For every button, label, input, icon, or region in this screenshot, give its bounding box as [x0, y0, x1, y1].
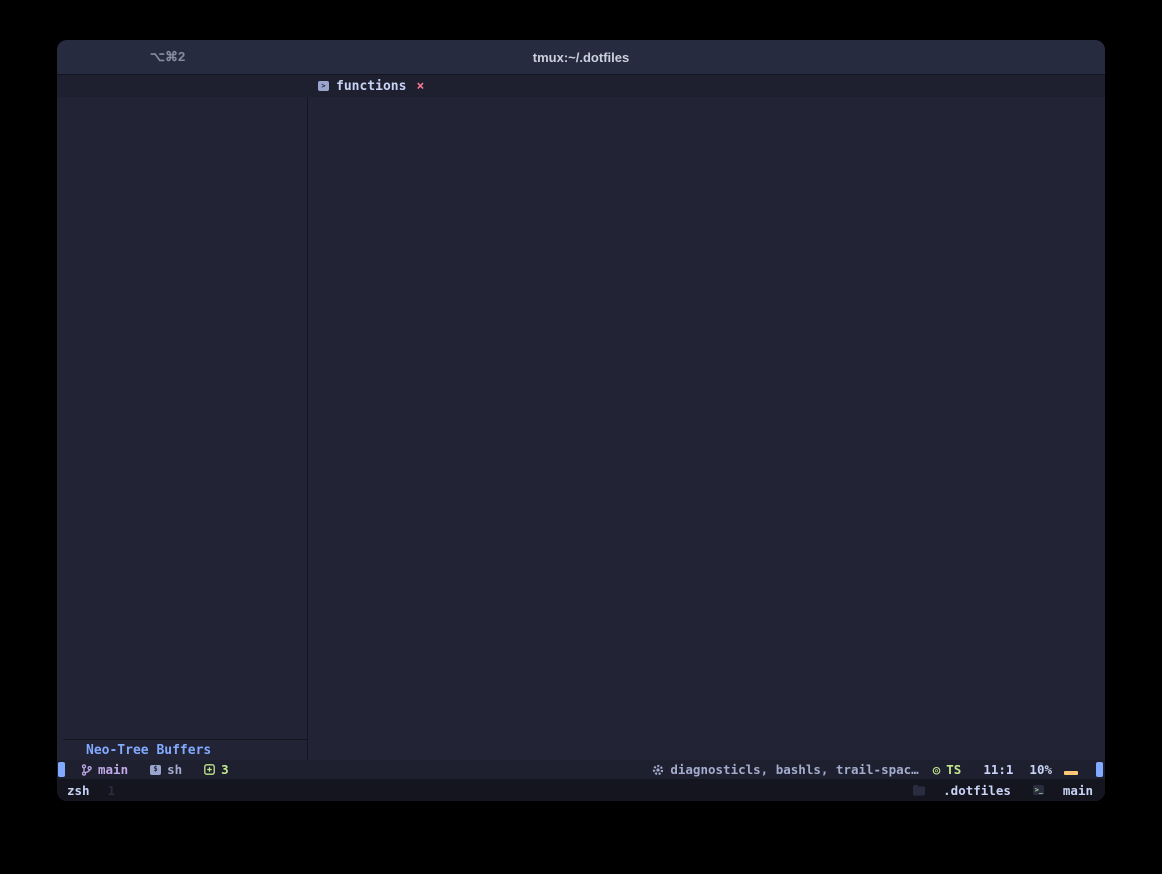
git-added-segment: 3	[204, 762, 229, 777]
tmux-statusbar: zsh 1 .dotfiles >_ main	[57, 779, 1105, 801]
titlebar: ⌥⌘2 tmux:~/.dotfiles	[57, 40, 1105, 75]
treesitter-icon: ◎	[933, 762, 941, 777]
branch-name: main	[98, 762, 128, 777]
lsp-gear-icon	[652, 764, 664, 776]
lsp-segment: diagnosticls, bashls, trail-spac…	[652, 762, 918, 777]
tmux-shell-label: zsh	[67, 783, 90, 798]
tab-functions[interactable]: > functions ×	[318, 79, 424, 94]
terminal-window: ⌥⌘2 tmux:~/.dotfiles > functions × Neo-T…	[57, 40, 1105, 801]
close-window-button[interactable]	[76, 51, 88, 63]
neo-tree-buffers-section[interactable]: Neo-Tree Buffers	[63, 739, 307, 760]
editor-pane	[308, 97, 1105, 760]
close-tab-icon[interactable]: ×	[416, 79, 424, 94]
file-icon: >	[318, 81, 329, 91]
minimize-window-button[interactable]	[96, 51, 108, 63]
diff-added-icon	[204, 764, 215, 775]
treesitter-label: TS	[946, 762, 961, 777]
folder-icon	[913, 785, 925, 796]
filetype-segment: $ sh	[150, 762, 182, 777]
neo-tree-sidebar: Neo-Tree Buffers	[57, 97, 308, 760]
buffers-section-label: Neo-Tree Buffers	[86, 743, 211, 758]
tmux-window-index: 1	[108, 783, 116, 798]
filetype-icon: $	[150, 765, 161, 775]
zoom-window-button[interactable]	[116, 51, 128, 63]
terminal-icon: >_	[1033, 785, 1044, 795]
git-branch-segment: main	[81, 762, 128, 777]
tmux-session-pill[interactable]	[903, 782, 935, 798]
mode-indicator-left	[58, 762, 65, 777]
git-branch-icon	[81, 764, 92, 776]
mode-indicator-right	[1096, 762, 1103, 777]
tmux-git-pill[interactable]: >_	[1023, 782, 1055, 798]
bufferline: > functions ×	[57, 75, 1105, 97]
search-indicator	[1064, 771, 1078, 775]
traffic-lights	[76, 51, 128, 63]
lsp-servers: diagnosticls, bashls, trail-spac…	[670, 762, 918, 777]
tmux-session-name: .dotfiles	[943, 783, 1011, 798]
cursor-position: 11:1	[983, 762, 1013, 777]
filetype-label: sh	[167, 762, 182, 777]
tmux-git-branch: main	[1063, 783, 1093, 798]
window-shortcut-label: ⌥⌘2	[150, 49, 185, 65]
window-title: tmux:~/.dotfiles	[57, 50, 1105, 65]
scroll-percent: 10%	[1029, 762, 1052, 777]
treesitter-segment: ◎ TS	[933, 762, 962, 777]
tmux-window-tab[interactable]: 1	[100, 782, 124, 798]
added-count: 3	[221, 762, 229, 777]
statusline: main $ sh 3 diagnosticls, bashls, trail-…	[57, 760, 1105, 779]
tab-label: functions	[336, 79, 406, 94]
